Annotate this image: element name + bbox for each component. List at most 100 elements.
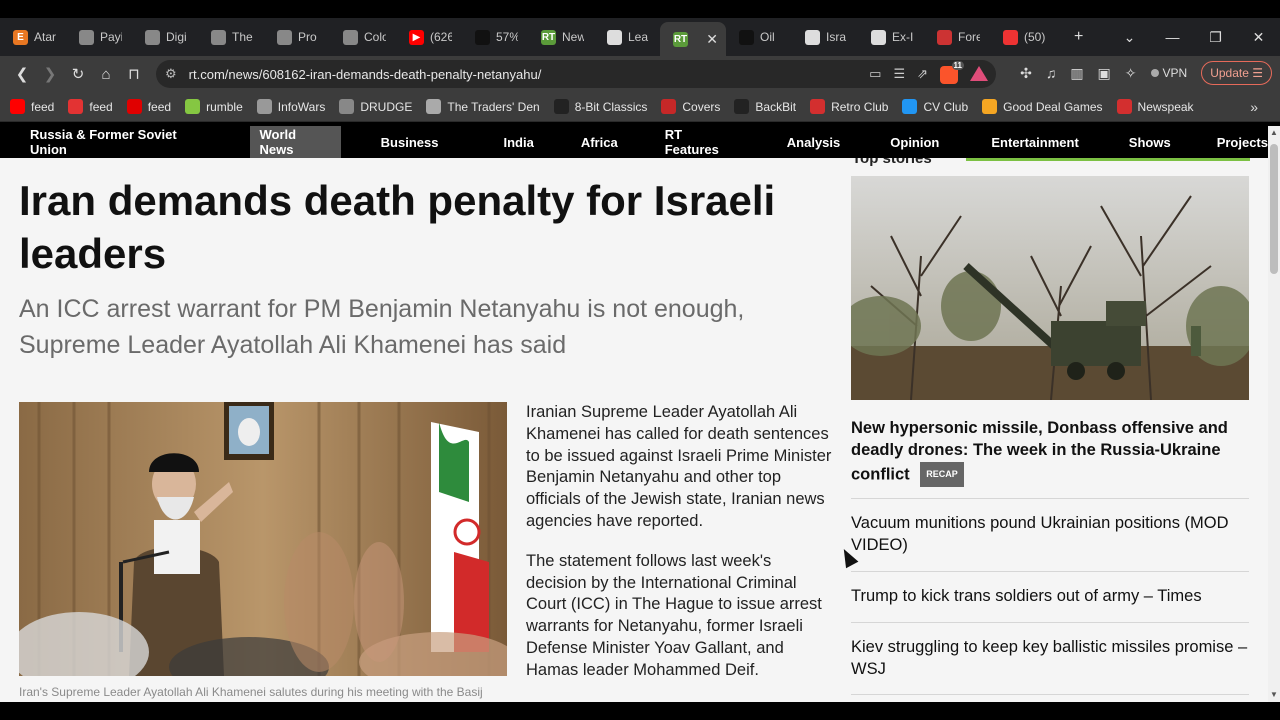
browser-tab[interactable]: Isra bbox=[792, 22, 858, 52]
browser-tab[interactable]: Oil bbox=[726, 22, 792, 52]
bookmark-item[interactable]: Covers bbox=[661, 99, 720, 114]
nav-item[interactable]: World News bbox=[249, 126, 341, 158]
browser-tab[interactable]: (50) bbox=[990, 22, 1056, 52]
update-button[interactable]: Update ☰ bbox=[1201, 61, 1272, 85]
nav-item[interactable]: Projects bbox=[1217, 126, 1268, 158]
story-link-3[interactable]: Kiev struggling to keep key ballistic mi… bbox=[851, 622, 1249, 681]
bookmark-page-icon[interactable]: ⊓ bbox=[120, 65, 148, 83]
bookmark-label: Covers bbox=[682, 99, 721, 114]
browser-tab[interactable]: Digi bbox=[132, 22, 198, 52]
nav-item[interactable]: Opinion bbox=[890, 126, 939, 158]
story-link-2[interactable]: Trump to kick trans soldiers out of army… bbox=[851, 571, 1249, 608]
brave-shields-icon[interactable]: 11 bbox=[940, 61, 964, 84]
bookmark-item[interactable]: CV Club bbox=[902, 99, 968, 114]
nav-item[interactable]: Africa bbox=[581, 126, 618, 158]
browser-tab[interactable]: The bbox=[198, 22, 264, 52]
bookmark-item[interactable]: feed bbox=[126, 99, 171, 114]
recap-badge: RECAP bbox=[920, 461, 964, 488]
nav-item[interactable]: RT Features bbox=[665, 126, 737, 158]
browser-tab[interactable]: Fore bbox=[924, 22, 990, 52]
site-settings-icon[interactable]: ⚙ bbox=[165, 66, 177, 82]
window-controls: ⌄ — ❐ ✕ bbox=[1108, 18, 1280, 56]
browser-tab[interactable]: RT ✕ bbox=[660, 22, 726, 56]
bookmark-label: The Traders' Den bbox=[447, 99, 540, 114]
scroll-down-arrow-icon[interactable]: ▼ bbox=[1270, 690, 1278, 699]
article-photo[interactable] bbox=[19, 402, 507, 676]
browser-tab[interactable]: 57% bbox=[462, 22, 528, 52]
browser-tab[interactable]: E Atar bbox=[0, 22, 66, 52]
bookmarks-bar: feed feed feed rumble InfoWars DRUDGE The Trad… bbox=[0, 92, 1280, 122]
tab-title: Oil bbox=[760, 30, 775, 44]
bookmark-label: 8-Bit Classics bbox=[574, 99, 648, 114]
browser-tab[interactable]: Colo bbox=[330, 22, 396, 52]
tab-title: Lea bbox=[628, 30, 649, 44]
nav-item[interactable]: Shows bbox=[1129, 126, 1171, 158]
cast-icon[interactable]: ▭ bbox=[869, 66, 881, 84]
bookmark-item[interactable]: feed bbox=[10, 99, 54, 114]
home-icon[interactable]: ⌂ bbox=[92, 66, 120, 83]
nav-item[interactable]: Business bbox=[381, 126, 439, 158]
nav-item[interactable]: India bbox=[503, 126, 533, 158]
bookmark-item[interactable]: feed bbox=[68, 99, 113, 114]
browser-tab[interactable]: RT New bbox=[528, 22, 594, 52]
bookmark-label: Retro Club bbox=[831, 99, 889, 114]
browser-tab[interactable]: Payi bbox=[66, 22, 132, 52]
bookmark-favicon-icon bbox=[902, 99, 918, 114]
tab-favicon-icon bbox=[871, 29, 886, 45]
new-tab-icon[interactable]: + bbox=[1074, 28, 1083, 46]
minimize-icon[interactable]: — bbox=[1151, 29, 1194, 45]
bookmark-item[interactable]: 8-Bit Classics bbox=[553, 99, 648, 114]
section-accent-line bbox=[966, 158, 1250, 161]
bookmark-item[interactable]: DRUDGE bbox=[339, 99, 412, 114]
bookmark-item[interactable]: BackBit bbox=[734, 99, 796, 114]
bookmark-item[interactable]: The Traders' Den bbox=[426, 99, 540, 114]
article-page: Iran demands death penalty for Israeli l… bbox=[0, 158, 1268, 702]
bookmark-item[interactable]: Good Deal Games bbox=[982, 99, 1103, 114]
bookmark-item[interactable]: InfoWars bbox=[256, 99, 325, 114]
media-icon[interactable]: ♫ bbox=[1046, 65, 1057, 81]
scroll-up-arrow-icon[interactable]: ▲ bbox=[1270, 128, 1278, 137]
bookmark-item[interactable]: Retro Club bbox=[810, 99, 888, 114]
leo-ai-icon[interactable]: ✧ bbox=[1125, 65, 1137, 82]
article-subheadline: An ICC arrest warrant for PM Benjamin Ne… bbox=[19, 295, 745, 359]
tab-title: Atar bbox=[34, 30, 56, 44]
extensions-icon[interactable]: ✣ bbox=[1020, 65, 1032, 82]
bookmark-favicon-icon bbox=[126, 99, 142, 114]
page-scrollbar[interactable]: ▲ ▼ bbox=[1268, 126, 1280, 702]
wallet-icon[interactable]: ▣ bbox=[1098, 65, 1111, 82]
back-arrow-icon[interactable]: ❮ bbox=[8, 65, 36, 83]
sidebar-icon[interactable]: ▥ bbox=[1070, 65, 1083, 82]
brave-rewards-icon[interactable] bbox=[970, 66, 988, 81]
scrollbar-thumb[interactable] bbox=[1270, 144, 1278, 274]
bookmark-item[interactable]: Newspeak bbox=[1116, 99, 1194, 114]
bookmark-favicon-icon bbox=[426, 99, 442, 114]
browser-tab[interactable]: ▶ (626 bbox=[396, 22, 462, 52]
reader-mode-icon[interactable]: ☰ bbox=[893, 66, 905, 84]
nav-item[interactable]: Analysis bbox=[787, 126, 840, 158]
url-text[interactable]: rt.com/news/608162-iran-demands-death-pe… bbox=[189, 67, 542, 82]
address-bar[interactable]: ⚙ rt.com/news/608162-iran-demands-death-… bbox=[156, 60, 996, 88]
browser-tab[interactable]: Pro bbox=[264, 22, 330, 52]
bookmark-favicon-icon bbox=[185, 99, 201, 114]
lead-story-link[interactable]: New hypersonic missile, Donbass offensiv… bbox=[851, 418, 1249, 488]
close-tab-icon[interactable]: ✕ bbox=[706, 31, 718, 48]
restore-icon[interactable]: ❐ bbox=[1194, 29, 1237, 46]
vpn-button[interactable]: VPN bbox=[1150, 66, 1188, 80]
reload-icon[interactable]: ↻ bbox=[64, 65, 92, 83]
tab-search-icon[interactable]: ⌄ bbox=[1108, 29, 1151, 46]
bookmark-item[interactable]: rumble bbox=[185, 99, 243, 114]
forward-arrow-icon[interactable]: ❯ bbox=[36, 65, 64, 83]
browser-tab[interactable]: Ex-I bbox=[858, 22, 924, 52]
top-story-image[interactable] bbox=[851, 176, 1249, 400]
tab-title: Digi bbox=[166, 30, 187, 44]
story-link-1[interactable]: Vacuum munitions pound Ukrainian positio… bbox=[851, 498, 1249, 557]
browser-tab[interactable]: Lea bbox=[594, 22, 660, 52]
tab-favicon-icon: RT bbox=[673, 31, 688, 47]
nav-item[interactable]: Entertainment bbox=[991, 126, 1078, 158]
vpn-label: VPN bbox=[1162, 66, 1188, 80]
bookmark-favicon-icon bbox=[810, 99, 826, 114]
close-window-icon[interactable]: ✕ bbox=[1237, 29, 1280, 46]
nav-item[interactable]: Russia & Former Soviet Union bbox=[30, 126, 210, 158]
share-icon[interactable]: ⇗ bbox=[917, 66, 928, 84]
more-bookmarks-icon[interactable]: » bbox=[1250, 99, 1258, 115]
